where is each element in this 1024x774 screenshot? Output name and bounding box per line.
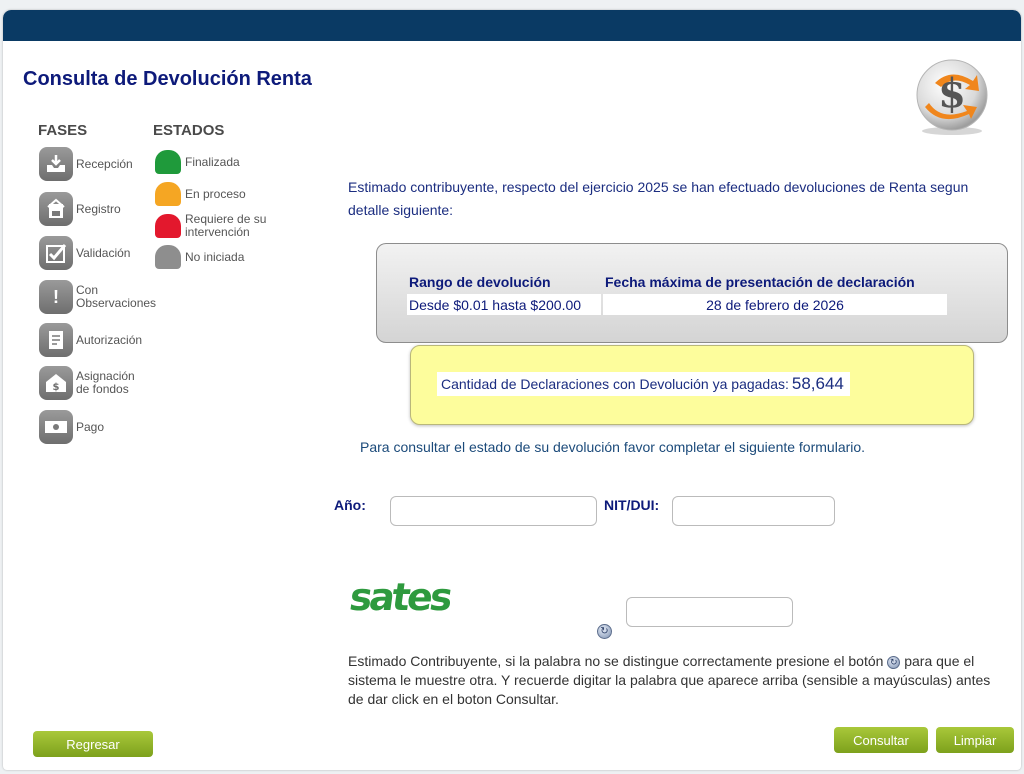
year-input[interactable] [390,496,597,526]
phases-title: FASES [38,122,88,139]
clear-button[interactable]: Limpiar [936,727,1014,753]
captcha-input[interactable] [626,597,793,627]
phase-label: Autorización [76,332,143,347]
table-row: Desde $0.01 hasta $200.00 28 de febrero … [407,294,947,315]
form-instructions: Para consultar el estado de su devolució… [360,439,866,455]
consult-button[interactable]: Consultar [834,727,928,753]
top-header-bar [3,10,1021,41]
captcha-note: Estimado Contribuyente, si la palabra no… [348,652,1008,709]
paid-declarations-box: Cantidad de Declaraciones con Devolución… [410,345,974,425]
state-finalizada: Finalizada [155,150,240,174]
nit-dui-label: NIT/DUI: [604,497,660,513]
banknote-icon [39,410,73,444]
svg-text:$: $ [53,382,60,393]
inline-refresh-icon: ↻ [887,656,901,669]
phase-autorizacion: Autorización [39,323,142,357]
orange-status-icon [155,182,181,206]
money-house-icon: $ [39,366,73,400]
svg-text:$: $ [938,70,966,117]
page-title: Consulta de Devolución Renta [23,68,312,90]
state-label: Finalizada [185,154,240,169]
state-en-proceso: En proceso [155,182,246,206]
phase-recepcion: Recepción [39,147,133,181]
states-title: ESTADOS [153,122,225,139]
phase-pago: Pago [39,410,104,444]
inbox-tray-icon [39,147,73,181]
gray-status-icon [155,245,181,269]
phase-validacion: Validación [39,236,130,270]
green-status-icon [155,150,181,174]
refund-range-box: Rango de devolución Fecha máxima de pres… [376,243,1008,343]
state-label: En proceso [185,186,246,201]
phase-con-observaciones: ! Con Observaciones [39,280,166,314]
phase-label: Pago [76,419,105,434]
refund-logo-icon: $ [916,59,988,135]
state-label: Requiere de su intervención [185,212,267,239]
year-label: Año: [334,497,366,513]
back-button[interactable]: Regresar [33,731,153,757]
state-requiere-intervencion: Requiere de su intervención [155,213,277,239]
exclamation-icon: ! [39,280,73,314]
state-label: No iniciada [185,249,245,264]
refund-range-table: Rango de devolución Fecha máxima de pres… [405,270,949,317]
paid-label: Cantidad de Declaraciones con Devolución… [441,376,789,392]
phase-label: Con Observaciones [76,283,157,310]
document-icon [39,323,73,357]
table-header-row: Rango de devolución Fecha máxima de pres… [407,272,947,292]
captcha-refresh-icon[interactable]: ↻ [597,624,612,639]
phase-label: Validación [76,245,131,260]
intro-text: Estimado contribuyente, respecto del eje… [348,179,969,218]
column-header: Fecha máxima de presentación de declarac… [605,274,915,290]
phase-label: Registro [76,201,121,216]
captcha-note-part1: Estimado Contribuyente, si la palabra no… [348,653,884,669]
table-cell: 28 de febrero de 2026 [603,294,947,315]
captcha-word: sates [350,576,454,620]
phase-label: Asignación de fondos [76,369,135,396]
registry-icon [39,192,73,226]
page-frame: Consulta de Devolución Renta $ FASES EST… [3,10,1021,770]
paid-count: 58,644 [791,374,844,393]
phase-registro: Registro [39,192,121,226]
captcha-image: sates [350,576,454,620]
paid-declarations: Cantidad de Declaraciones con Devolución… [437,372,850,396]
table-cell: Desde $0.01 hasta $200.00 [407,294,601,315]
column-header: Rango de devolución [409,274,551,290]
phase-label: Recepción [76,156,133,171]
phase-asignacion-fondos: $ Asignación de fondos [39,366,146,400]
checkbox-icon [39,236,73,270]
state-no-iniciada: No iniciada [155,245,244,269]
red-status-icon [155,214,181,238]
nit-dui-input[interactable] [672,496,835,526]
